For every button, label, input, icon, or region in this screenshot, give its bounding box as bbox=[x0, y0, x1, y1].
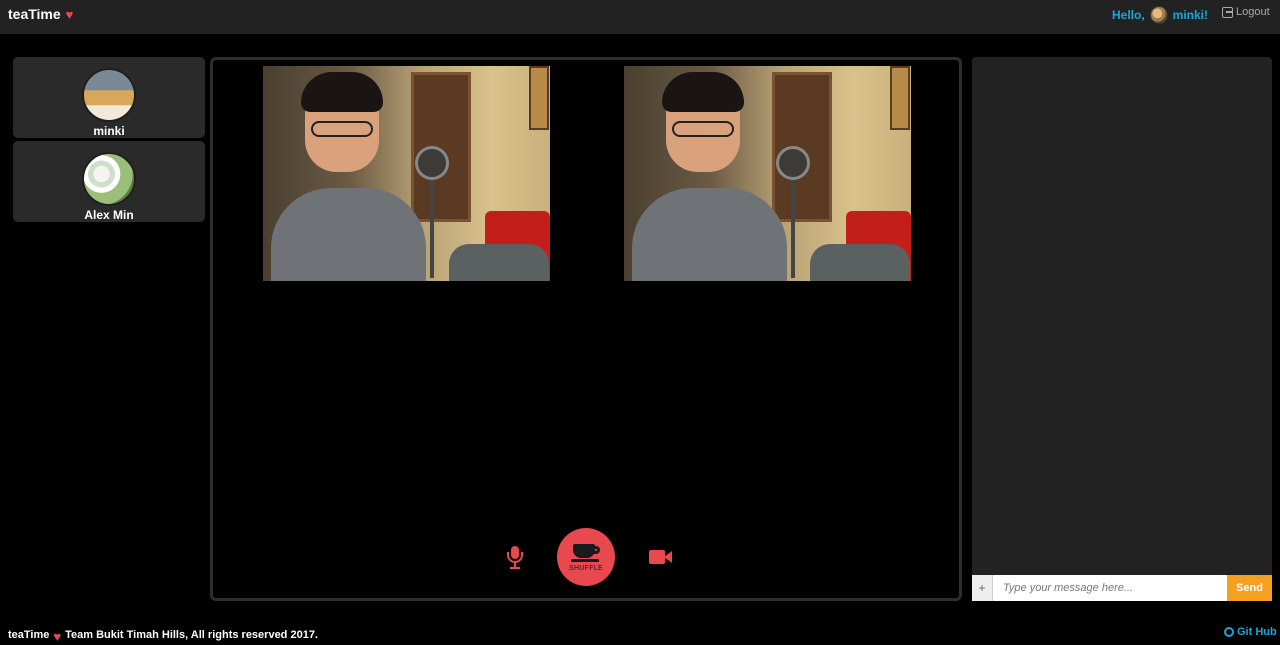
remote-video bbox=[624, 66, 911, 281]
video-camera-icon[interactable] bbox=[649, 549, 673, 565]
brand-name: teaTime bbox=[8, 6, 61, 22]
microphone-icon[interactable] bbox=[505, 544, 525, 570]
heart-icon: ♥ bbox=[53, 629, 62, 644]
footer: teaTime ♥ Team Bukit Timah Hills, All ri… bbox=[8, 629, 318, 644]
send-button[interactable]: Send bbox=[1227, 575, 1272, 601]
user-card-alex-min[interactable]: Alex Min bbox=[13, 141, 205, 222]
logout-button[interactable]: Logout bbox=[1222, 6, 1270, 18]
shuffle-button[interactable]: SHUFFLE bbox=[557, 528, 615, 586]
user-avatar bbox=[82, 68, 136, 122]
user-avatar bbox=[82, 152, 136, 206]
chat-messages-panel bbox=[972, 57, 1272, 575]
footer-brand: teaTime bbox=[8, 629, 50, 641]
footer-credit: Team Bukit Timah Hills, All rights reser… bbox=[65, 629, 318, 641]
logout-icon bbox=[1222, 6, 1233, 18]
call-controls: SHUFFLE bbox=[505, 528, 673, 586]
shuffle-label: SHUFFLE bbox=[569, 565, 603, 572]
top-navbar: teaTime ♥ Hello, minki! Logout bbox=[0, 0, 1280, 34]
github-label: Git Hub bbox=[1237, 626, 1277, 638]
logout-label: Logout bbox=[1236, 6, 1270, 18]
local-video bbox=[263, 66, 550, 281]
github-link[interactable]: Git Hub bbox=[1224, 626, 1277, 638]
user-name: minki bbox=[93, 124, 125, 138]
greeting-text: Hello, bbox=[1112, 8, 1145, 22]
chat-input-row: + Send bbox=[972, 575, 1272, 601]
github-icon bbox=[1224, 627, 1234, 637]
current-username: minki! bbox=[1172, 8, 1209, 22]
heart-icon: ♥ bbox=[65, 6, 74, 22]
user-card-minki[interactable]: minki bbox=[13, 57, 205, 138]
brand-logo[interactable]: teaTime ♥ bbox=[8, 6, 73, 22]
user-greeting: Hello, minki! bbox=[1112, 6, 1208, 24]
user-name: Alex Min bbox=[84, 208, 134, 222]
coffee-cup-icon bbox=[571, 542, 601, 564]
video-panel bbox=[210, 57, 962, 601]
add-attachment-button[interactable]: + bbox=[972, 575, 993, 601]
chat-message-input[interactable] bbox=[993, 575, 1227, 601]
current-user-avatar bbox=[1149, 6, 1168, 24]
